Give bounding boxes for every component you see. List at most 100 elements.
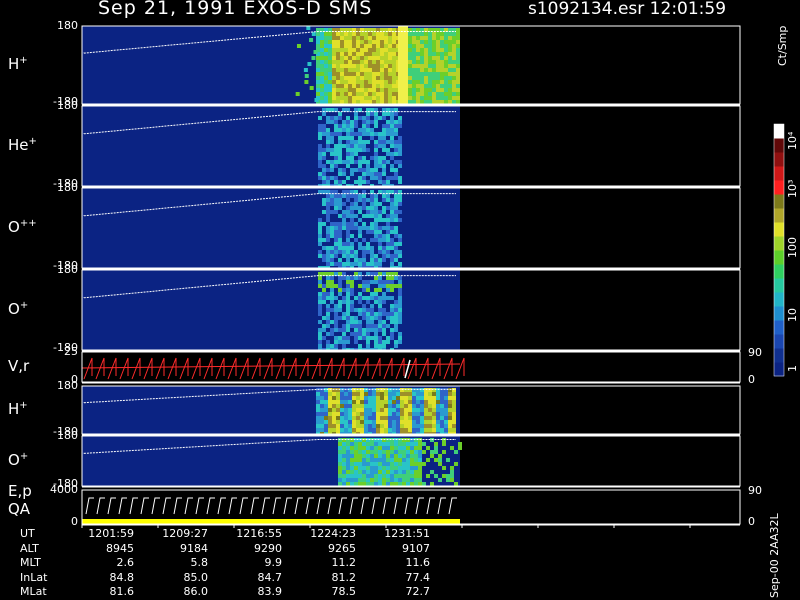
panel-0-cell	[348, 60, 352, 64]
panel-6-cell	[382, 446, 386, 450]
panel-0-cell	[376, 72, 380, 76]
panel-0-cell	[356, 48, 360, 52]
panel-2-cell	[346, 262, 350, 266]
panel-0-cell	[364, 84, 368, 88]
panel-5-cell	[408, 396, 412, 400]
panel-2-cell	[378, 258, 382, 262]
panel-6-cell	[370, 474, 374, 478]
panel-0-cell	[428, 40, 432, 44]
panel-0-cell	[372, 96, 376, 100]
energy-trace-segment	[195, 497, 204, 515]
panel-5-cell	[420, 392, 424, 396]
panel-5-cell	[432, 412, 436, 416]
panel-1-cell	[342, 160, 346, 164]
panel-0-cell	[360, 40, 364, 44]
panel-3-cell	[326, 280, 330, 284]
panel-2-cell	[346, 198, 350, 202]
panel-3-cell	[338, 280, 342, 284]
panel-6-cell	[346, 474, 350, 478]
panel-6-cell	[366, 462, 370, 466]
panel-1-cell	[394, 132, 398, 136]
panel-1-cell	[354, 168, 358, 172]
panel-0-cell	[336, 80, 340, 84]
panel-0-cell	[440, 48, 444, 52]
panel-2-cell	[398, 202, 402, 206]
panel-0-cell	[316, 56, 320, 60]
panel-1-cell	[370, 136, 374, 140]
panel-5-cell	[436, 396, 440, 400]
panel-0-cell	[432, 68, 436, 72]
panel-3-cell	[330, 280, 334, 284]
panel-0-cell	[344, 72, 348, 76]
panel-2-cell	[358, 230, 362, 234]
panel-2-cell	[338, 230, 342, 234]
panel-2-cell	[386, 234, 390, 238]
panel-1-cell	[318, 172, 322, 176]
panel-5-cell	[356, 424, 360, 428]
panel-0-cell	[432, 100, 436, 104]
panel-0-cell	[336, 56, 340, 60]
panel-3-cell	[382, 344, 386, 348]
panel-5-cell	[440, 388, 444, 392]
panel-1-cell	[362, 132, 366, 136]
panel-5-cell	[320, 424, 324, 428]
panel-1-cell	[358, 180, 362, 184]
panel-2-cell	[374, 210, 378, 214]
panel-6-cell	[366, 450, 370, 454]
panel-1-cell	[382, 116, 386, 120]
panel-6-cell	[398, 458, 402, 462]
panel-1-cell	[370, 112, 374, 116]
panel-5-cell	[324, 396, 328, 400]
panel-0-cell	[384, 72, 388, 76]
panel-2-cell	[318, 222, 322, 226]
panel-6-cell	[366, 470, 370, 474]
panel-0-cell	[344, 76, 348, 80]
panel-5-cell	[424, 408, 428, 412]
panel-2-cell	[374, 194, 378, 198]
panel-2-cell	[362, 246, 366, 250]
panel-0-cell	[392, 88, 396, 92]
panel-1-cell	[326, 144, 330, 148]
panel-2-cell	[398, 234, 402, 238]
velocity-trace-segment	[251, 357, 261, 380]
panel-3-cell	[326, 340, 330, 344]
panel-0-cell	[428, 36, 432, 40]
panel-0-cell	[452, 40, 456, 44]
panel-1-cell	[366, 128, 370, 132]
panel-0-cell	[332, 56, 336, 60]
velocity-trace-segment	[227, 357, 237, 380]
panel-3-cell	[394, 300, 398, 304]
panel-3-cell	[334, 304, 338, 308]
panel-3-cell	[334, 344, 338, 348]
panel-0-cell	[352, 68, 356, 72]
panel-6-cell	[390, 462, 394, 466]
panel-0-cell	[412, 52, 416, 56]
panel-1-cell	[398, 124, 402, 128]
panel-0-cell	[336, 96, 340, 100]
panel-0-cell	[320, 32, 324, 36]
panel-0-cell	[428, 84, 432, 88]
panel-0-cell	[420, 52, 424, 56]
panel-1-cell	[322, 172, 326, 176]
panel-6-cell	[338, 466, 342, 470]
panel-0-cell	[360, 56, 364, 60]
panel-5-cell	[328, 424, 332, 428]
panel-5-cell	[352, 408, 356, 412]
panel-2-cell	[326, 262, 330, 266]
panel-0-cell	[340, 84, 344, 88]
panel-1-cell	[318, 132, 322, 136]
panel-1-background	[82, 106, 460, 186]
panel-1-cell	[346, 132, 350, 136]
panel-2-cell	[330, 230, 334, 234]
panel-6-cell	[342, 446, 346, 450]
panel-2-cell	[394, 234, 398, 238]
panel-0-cell	[376, 40, 380, 44]
panel-0-cell	[444, 60, 448, 64]
panel-2-cell	[354, 222, 358, 226]
panel-2-cell	[330, 202, 334, 206]
panel-0-cell	[304, 74, 309, 78]
panel-6-cell	[382, 470, 386, 474]
panel-0-cell	[376, 84, 380, 88]
panel-2-cell	[378, 202, 382, 206]
panel-0-cell	[340, 80, 344, 84]
